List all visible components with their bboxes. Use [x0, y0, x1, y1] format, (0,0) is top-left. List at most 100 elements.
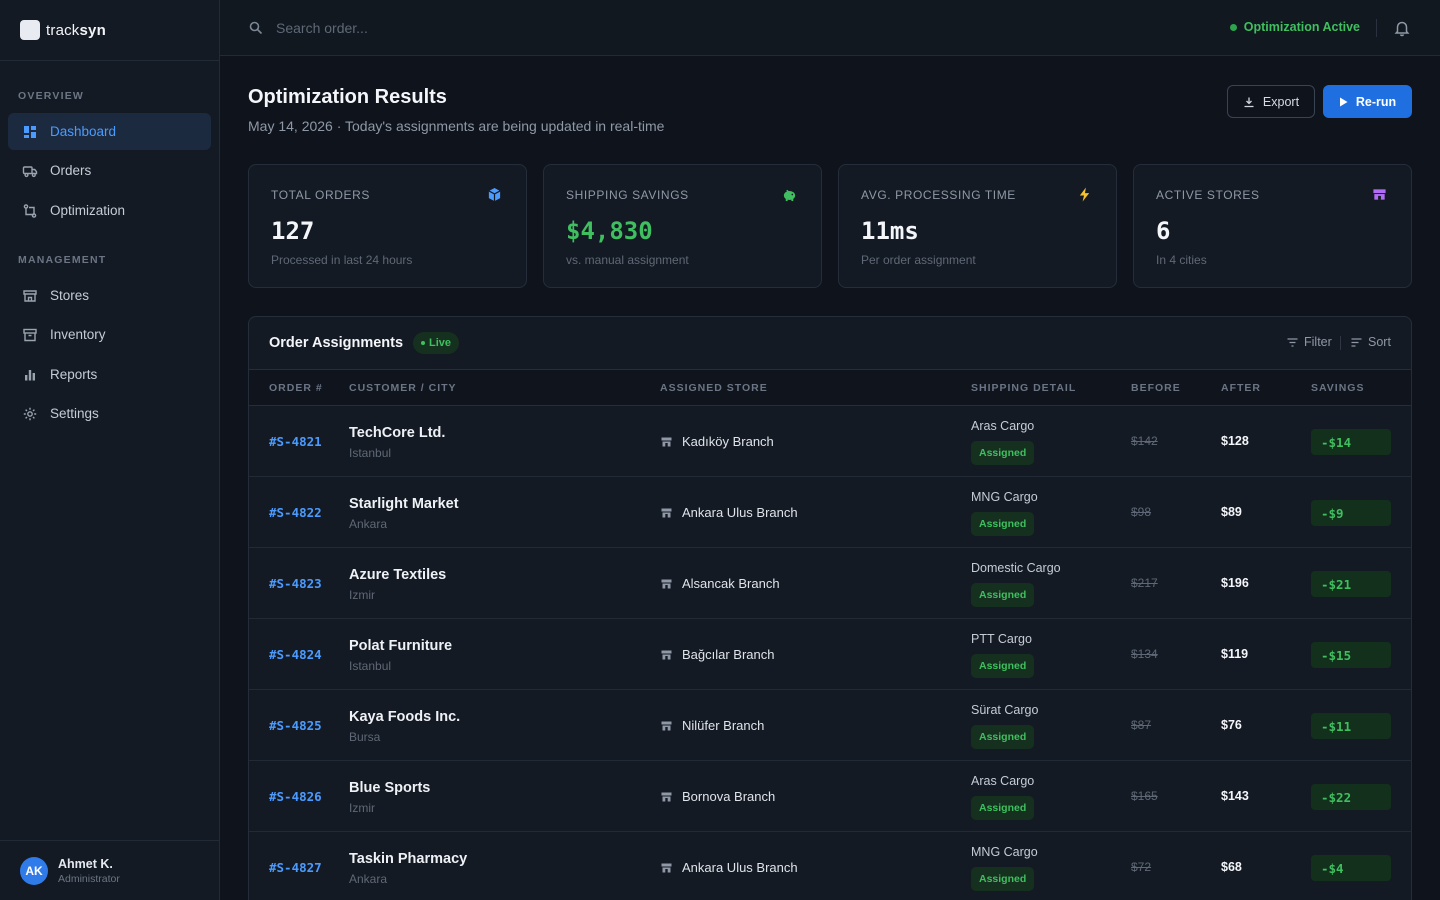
- column-header-after[interactable]: AFTER: [1221, 382, 1261, 394]
- order-assignments-table: Order Assignments Live Filter Sort ORDER…: [248, 316, 1412, 900]
- column-header-order[interactable]: ORDER #: [269, 382, 323, 394]
- order-id-link[interactable]: #S-4826: [269, 789, 322, 804]
- order-id-link[interactable]: #S-4821: [269, 434, 322, 449]
- assigned-store: Bağcılar Branch: [661, 647, 775, 662]
- store-icon: [661, 721, 672, 730]
- table-row[interactable]: #S-4827 Taskin Pharmacy Ankara Ankara Ul…: [249, 832, 1411, 900]
- table-row[interactable]: #S-4826 Blue Sports Izmir Bornova Branch…: [249, 761, 1411, 832]
- store-icon: [661, 792, 672, 801]
- customer-city: Istanbul: [349, 659, 392, 673]
- customer-city: Ankara: [349, 872, 388, 886]
- customer-name: Starlight Market: [349, 496, 459, 512]
- price-before: $217: [1131, 576, 1158, 590]
- assigned-store: Ankara Ulus Branch: [661, 505, 798, 520]
- live-badge: Live: [413, 332, 460, 354]
- sidebar-item-optimization[interactable]: Optimization: [8, 192, 211, 229]
- table-row[interactable]: #S-4821 TechCore Ltd. Istanbul Kadıköy B…: [249, 406, 1411, 477]
- optimization-status: Optimization Active: [1229, 20, 1360, 34]
- status-badge: Assigned: [971, 441, 1035, 465]
- sort-button[interactable]: Sort: [1351, 335, 1391, 349]
- price-before: $142: [1131, 434, 1158, 448]
- order-id-link[interactable]: #S-4822: [269, 505, 322, 520]
- price-before: $87: [1131, 718, 1152, 732]
- store-icon: [661, 579, 672, 588]
- assigned-store-label: Nilüfer Branch: [682, 718, 765, 733]
- sort-button-label: Sort: [1368, 335, 1391, 349]
- bell-icon[interactable]: [1394, 19, 1410, 37]
- sidebar-item-stores[interactable]: Stores: [8, 277, 211, 314]
- shipping-carrier: MNG Cargo: [971, 845, 1038, 859]
- stat-note: Per order assignment: [861, 253, 976, 267]
- assigned-store-label: Bornova Branch: [682, 789, 776, 804]
- export-button[interactable]: Export: [1227, 85, 1315, 118]
- savings-badge: -$22: [1311, 784, 1391, 810]
- table-row[interactable]: #S-4824 Polat Furniture Istanbul Bağcıla…: [249, 619, 1411, 690]
- price-after: $128: [1221, 434, 1249, 448]
- sidebar-item-orders[interactable]: Orders: [8, 152, 211, 189]
- customer-name: Azure Textiles: [349, 567, 447, 583]
- stat-note: Processed in last 24 hours: [271, 253, 413, 267]
- savings-badge: -$9: [1311, 500, 1391, 526]
- table-title: Order Assignments: [269, 335, 404, 351]
- export-button-label: Export: [1262, 94, 1300, 109]
- stat-card-active-stores: ACTIVE STORES 6 In 4 cities: [1133, 164, 1412, 288]
- brand[interactable]: tracksyn: [0, 0, 219, 61]
- lightning-icon: [1079, 187, 1090, 202]
- sidebar-item-dashboard[interactable]: Dashboard: [8, 113, 211, 150]
- archive-icon: [23, 328, 37, 341]
- rerun-button-label: Re-run: [1355, 94, 1397, 109]
- column-header-before[interactable]: BEFORE: [1131, 382, 1181, 394]
- shipping-carrier: Aras Cargo: [971, 774, 1035, 788]
- price-before: $165: [1131, 789, 1158, 803]
- table-row[interactable]: #S-4823 Azure Textiles Izmir Alsancak Br…: [249, 548, 1411, 619]
- search-input[interactable]: [276, 16, 676, 40]
- live-dot-icon: [421, 341, 425, 345]
- stat-card-shipping-savings: SHIPPING SAVINGS $4,830 vs. manual assig…: [543, 164, 822, 288]
- sidebar-item-label: Optimization: [50, 203, 126, 218]
- status-badge: Assigned: [971, 654, 1035, 678]
- rerun-button[interactable]: Re-run: [1323, 85, 1412, 118]
- sidebar-item-label: Orders: [50, 163, 92, 178]
- column-header-customer[interactable]: CUSTOMER / CITY: [349, 382, 457, 394]
- store-icon: [661, 508, 672, 517]
- assigned-store-label: Kadıköy Branch: [682, 434, 774, 449]
- stat-label: ACTIVE STORES: [1156, 188, 1260, 202]
- sidebar-item-settings[interactable]: Settings: [8, 395, 211, 432]
- savings-badge: -$21: [1311, 571, 1391, 597]
- sidebar-item-label: Dashboard: [50, 124, 117, 139]
- order-id-link[interactable]: #S-4827: [269, 860, 322, 875]
- assigned-store: Kadıköy Branch: [661, 434, 774, 449]
- customer-city: Istanbul: [349, 446, 392, 460]
- shipping-carrier: PTT Cargo: [971, 632, 1032, 646]
- column-header-store[interactable]: ASSIGNED STORE: [660, 382, 768, 394]
- sort-icon: [1351, 337, 1362, 347]
- dashboard-icon: [24, 125, 36, 138]
- table-column-headers: ORDER # CUSTOMER / CITY ASSIGNED STORE S…: [249, 370, 1411, 406]
- order-id-link[interactable]: #S-4825: [269, 718, 322, 733]
- sidebar-item-inventory[interactable]: Inventory: [8, 316, 211, 353]
- price-after: $119: [1221, 647, 1249, 661]
- status-badge: Assigned: [971, 725, 1035, 749]
- price-after: $143: [1221, 789, 1249, 803]
- page-title: Optimization Results: [248, 86, 447, 108]
- order-id-link[interactable]: #S-4823: [269, 576, 322, 591]
- play-icon: [1339, 97, 1348, 106]
- filter-button[interactable]: Filter: [1287, 335, 1332, 349]
- customer-city: Bursa: [349, 730, 381, 744]
- download-icon: [1244, 97, 1254, 107]
- sidebar-item-reports[interactable]: Reports: [8, 356, 211, 393]
- order-id-link[interactable]: #S-4824: [269, 647, 322, 662]
- shipping-carrier: Aras Cargo: [971, 419, 1035, 433]
- user-profile[interactable]: AK Ahmet K. Administrator: [0, 840, 219, 900]
- store-icon: [661, 437, 672, 446]
- table-header-bar: Order Assignments Live Filter Sort: [249, 317, 1411, 370]
- search-icon: [249, 21, 263, 35]
- column-header-savings[interactable]: SAVINGS: [1311, 382, 1364, 394]
- optimization-icon: [23, 203, 37, 218]
- nav-section-overview: OVERVIEW: [18, 90, 85, 102]
- column-header-shipping[interactable]: SHIPPING DETAIL: [971, 382, 1076, 394]
- toolbar-divider: [1340, 336, 1341, 350]
- stat-value: $4,830: [566, 217, 653, 245]
- table-row[interactable]: #S-4822 Starlight Market Ankara Ankara U…: [249, 477, 1411, 548]
- table-row[interactable]: #S-4825 Kaya Foods Inc. Bursa Nilüfer Br…: [249, 690, 1411, 761]
